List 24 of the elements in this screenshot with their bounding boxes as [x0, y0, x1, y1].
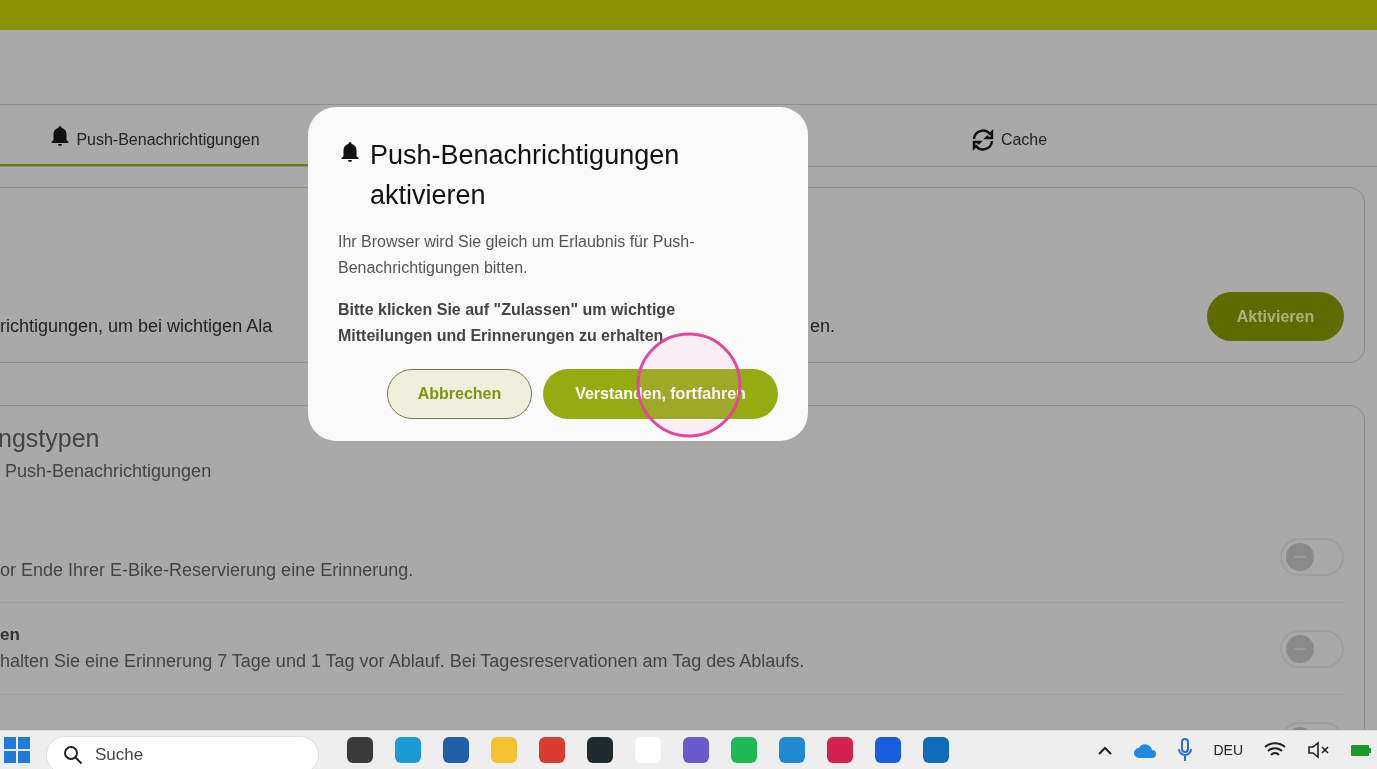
- chevron-up-icon[interactable]: [1097, 744, 1114, 756]
- search-field[interactable]: Suche: [46, 736, 319, 769]
- tab[interactable]: Push-Benachrichtigungen: [0, 105, 308, 166]
- search-input[interactable]: Suche: [95, 742, 302, 768]
- row-title: en: [0, 624, 21, 647]
- toggle-switch[interactable]: [1280, 537, 1344, 576]
- microphone-icon[interactable]: [1177, 738, 1194, 762]
- cloud-icon[interactable]: [1133, 742, 1158, 758]
- tab[interactable]: Cache: [808, 105, 1208, 166]
- row-description: or Ende Ihrer E-Bike-Reservierung eine Erinnerung.: [0, 559, 414, 582]
- card-text: richtigungen, um bei wichtigen Ala: [0, 315, 274, 338]
- muted-speaker-icon[interactable]: [1307, 740, 1331, 760]
- windows-start-icon[interactable]: [4, 737, 30, 763]
- row-description: halten Sie eine Erinnerung 7 Tage und 1 Tag vor Ablauf. Bei Tagesreservationen am Tag des Ablaufs.: [0, 649, 805, 673]
- dialog-text: Ihr Browser wird Sie gleich um Erlaubnis für Push-Benachrichtigungen bitten.: [338, 232, 696, 278]
- section-subtitle: Push-Benachrichtigungen: [5, 460, 213, 483]
- dialog-title: Push-Benachrichtigungen aktivieren: [370, 139, 681, 212]
- toggle-switch[interactable]: [1280, 629, 1344, 668]
- battery-icon[interactable]: [1351, 742, 1371, 758]
- dialog-notice: Bitte klicken Sie auf "Zulassen" um wichtige Mitteilungen und Erinnerungen zu erhalten.: [338, 300, 677, 346]
- card-text: en.: [810, 315, 836, 338]
- language-indicator[interactable]: DEU: [1213, 739, 1243, 761]
- search-icon: [63, 745, 83, 765]
- section-title: ngstypen: [0, 423, 101, 454]
